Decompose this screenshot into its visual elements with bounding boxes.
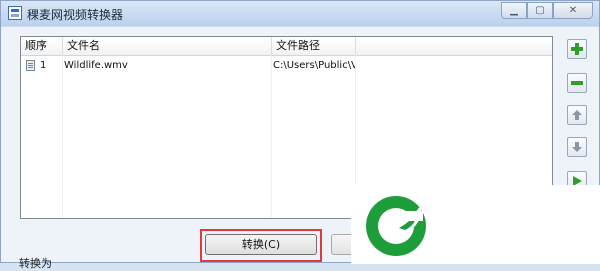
- watermark-background: [437, 185, 600, 264]
- move-down-button[interactable]: [567, 137, 587, 157]
- column-header-filepath[interactable]: 文件路径: [272, 37, 356, 55]
- row-filepath: C:\Users\Public\Vide: [273, 60, 355, 71]
- add-file-button[interactable]: [567, 39, 587, 59]
- watermark-logo: [351, 185, 437, 264]
- column-divider: [271, 55, 272, 218]
- maximize-button[interactable]: ▢: [527, 2, 553, 19]
- minimize-icon: ▁: [510, 5, 518, 16]
- move-up-icon: [572, 110, 582, 120]
- window-title: 稞麦网视频转换器: [27, 8, 124, 22]
- move-down-icon: [572, 142, 582, 152]
- convert-to-label: 转换为: [19, 257, 52, 270]
- window-controls: ▁ ▢ ✕: [501, 2, 593, 19]
- file-icon: [26, 60, 35, 71]
- remove-icon: [571, 81, 583, 85]
- title-bar: 稞麦网视频转换器 ▁ ▢ ✕: [1, 1, 599, 26]
- maximize-icon: ▢: [535, 5, 545, 16]
- add-icon: [571, 43, 583, 55]
- leaf-logo-icon: [366, 196, 426, 256]
- row-filename: Wildlife.wmv: [64, 60, 128, 71]
- app-window: 稞麦网视频转换器 ▁ ▢ ✕ 顺序 文件名 文件路径 1 Wildlife.wm…: [0, 0, 600, 270]
- column-header-filename[interactable]: 文件名: [63, 37, 272, 55]
- column-header-order[interactable]: 顺序: [21, 37, 63, 55]
- close-icon: ✕: [568, 5, 578, 16]
- app-icon: [8, 6, 22, 20]
- row-order: 1: [40, 60, 47, 71]
- column-divider: [62, 55, 63, 218]
- remove-file-button[interactable]: [567, 73, 587, 93]
- minimize-button[interactable]: ▁: [501, 2, 527, 19]
- move-up-button[interactable]: [567, 105, 587, 125]
- list-header: 顺序 文件名 文件路径: [21, 37, 552, 56]
- close-button[interactable]: ✕: [553, 2, 593, 19]
- table-row[interactable]: 1 Wildlife.wmv C:\Users\Public\Vide: [21, 57, 552, 74]
- convert-button[interactable]: 转换(C): [205, 234, 317, 255]
